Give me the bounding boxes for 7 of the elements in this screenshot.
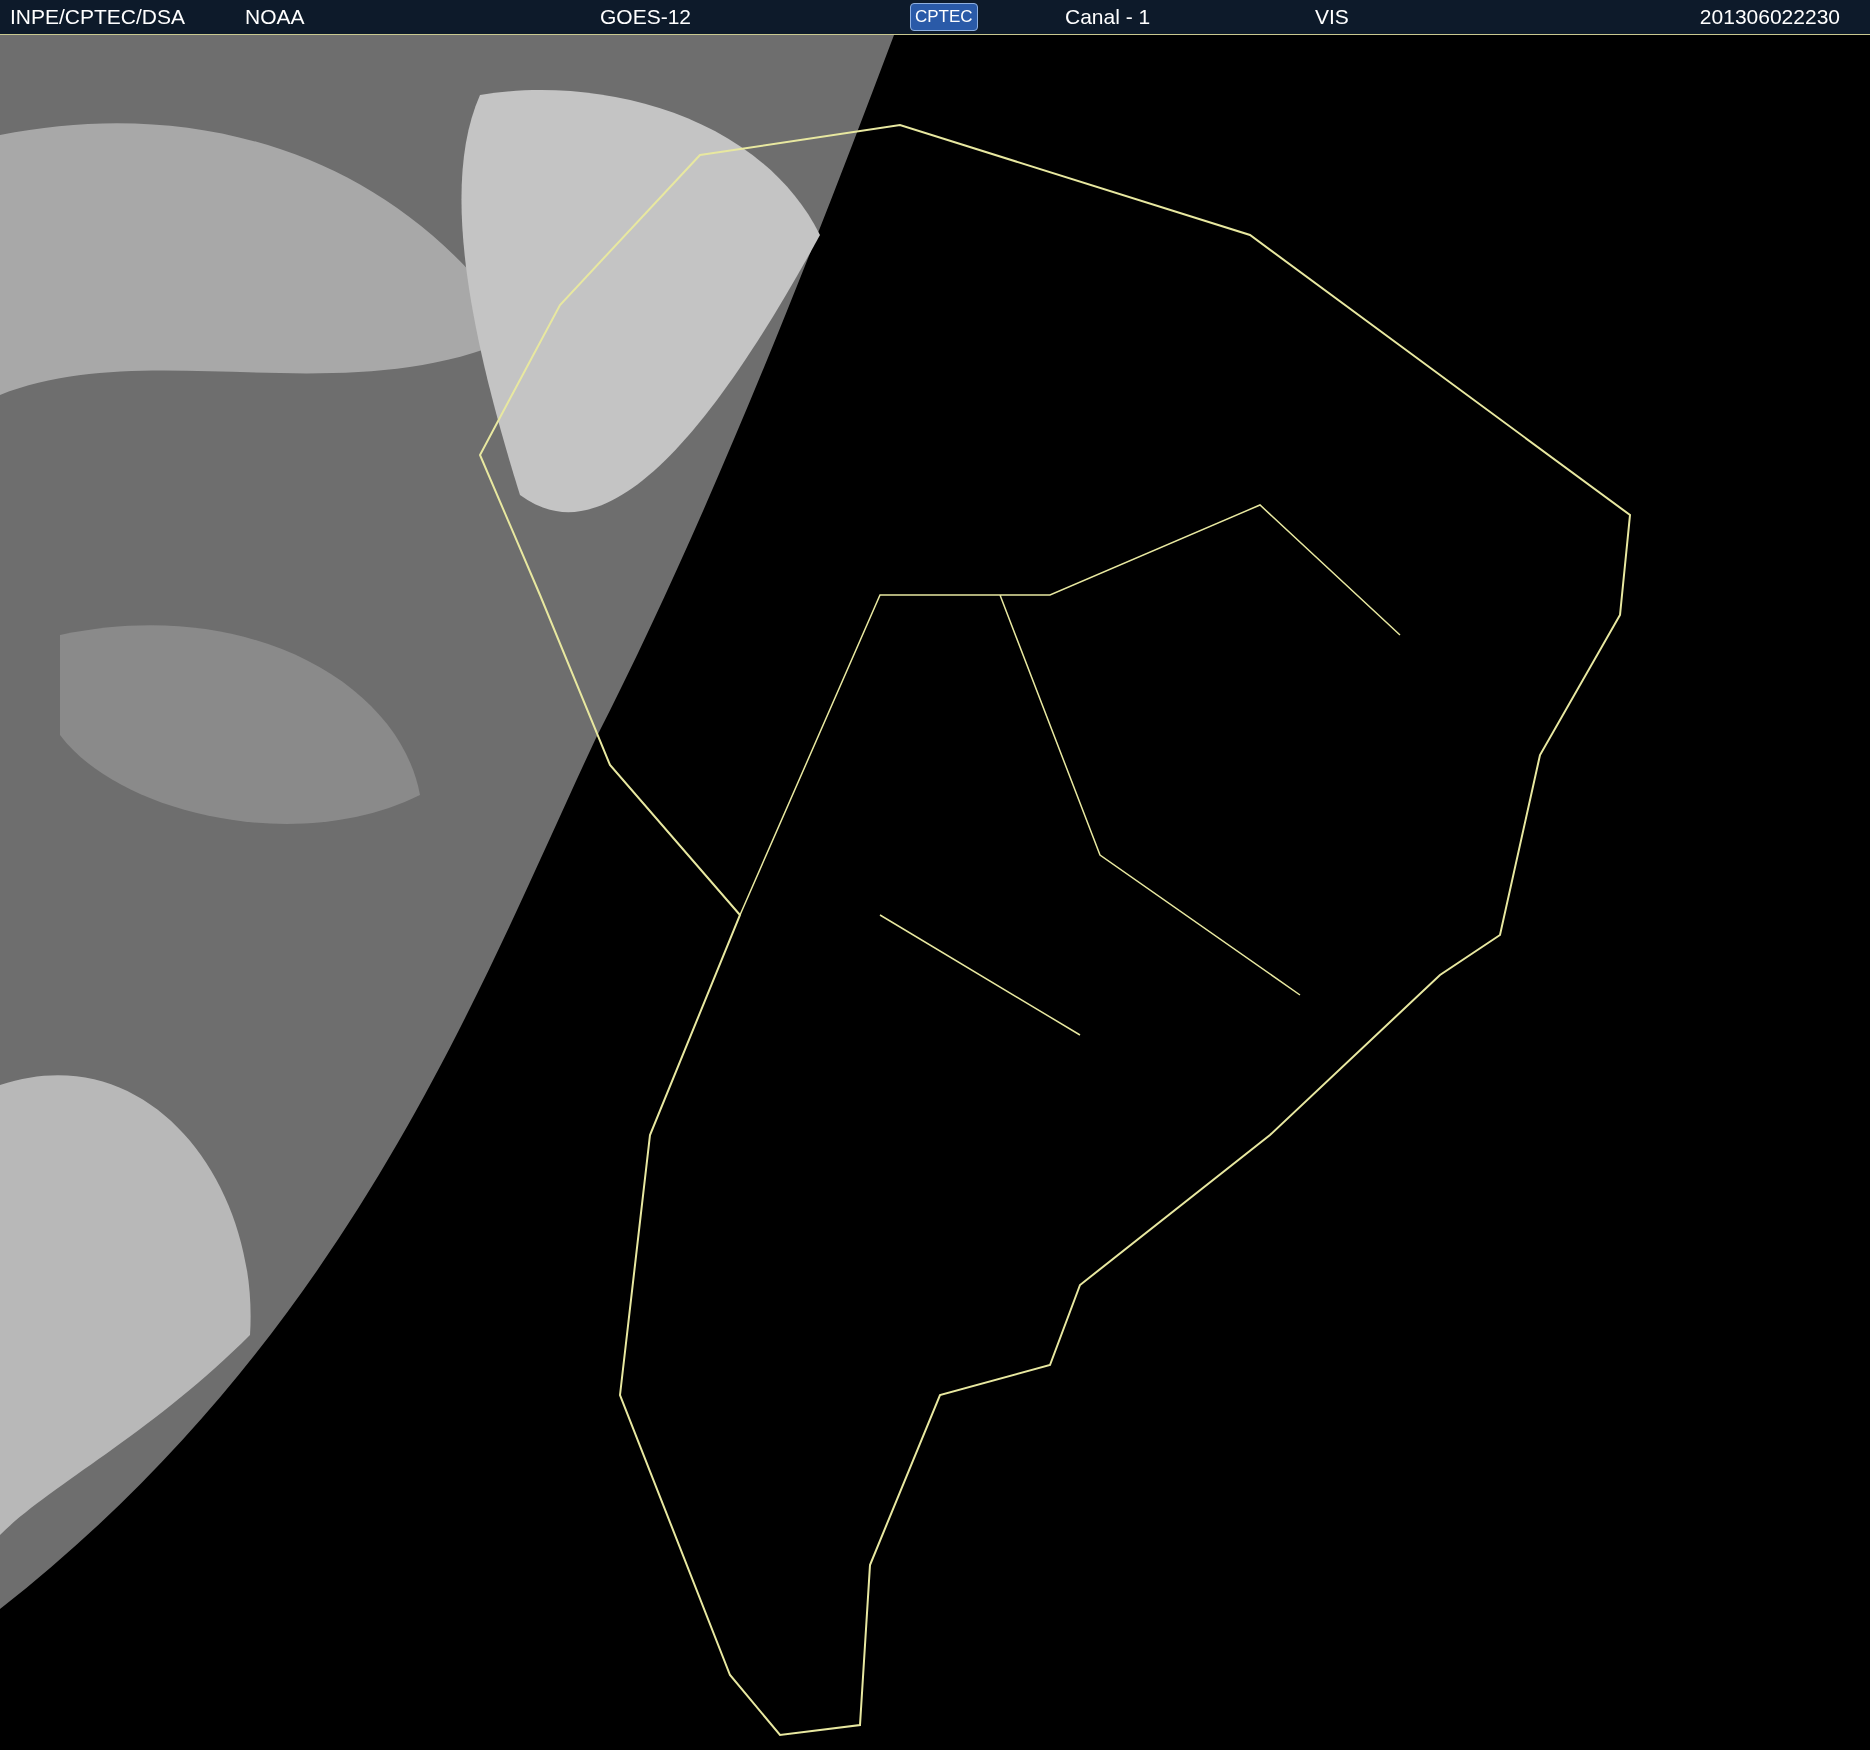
header-label: GOES-12 xyxy=(600,5,692,28)
header-label: 201306022230 xyxy=(1699,5,1840,28)
header-label: NOAA xyxy=(245,5,305,28)
logo: CPTEC xyxy=(910,3,978,31)
header-label: VIS xyxy=(1315,5,1349,28)
header-label: Canal - 1 xyxy=(1065,5,1151,28)
header-label: INPE/CPTEC/DSA xyxy=(10,5,186,28)
